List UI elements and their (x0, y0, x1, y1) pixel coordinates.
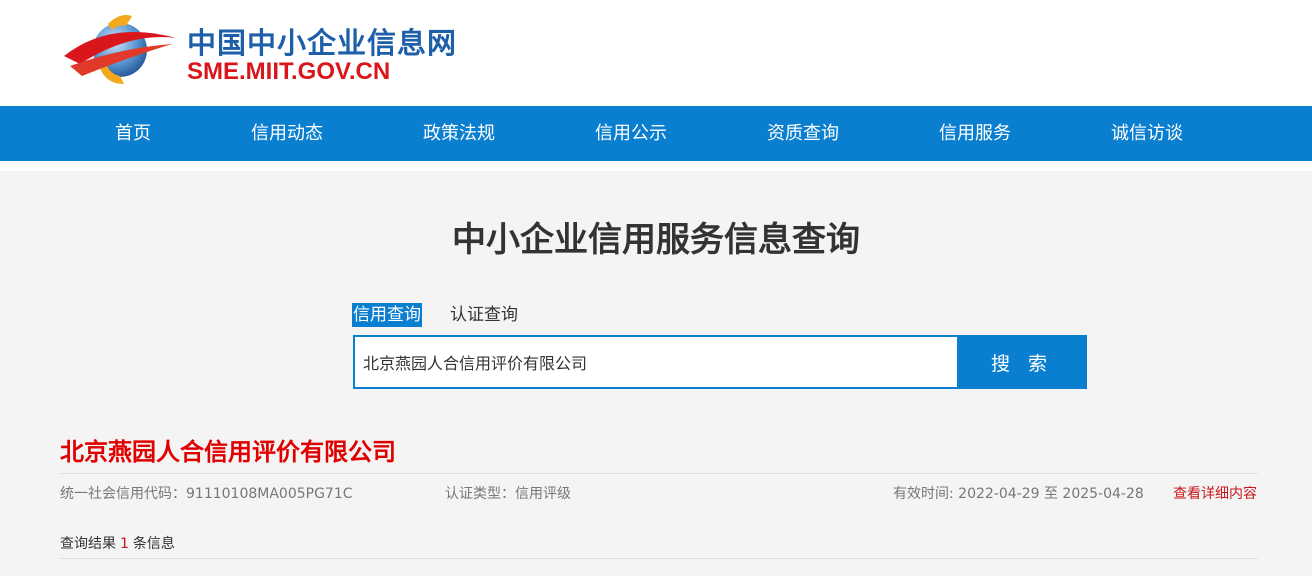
result-credit-code: 统一社会信用代码：91110108MA005PG71C (60, 486, 353, 502)
nav-item-interview[interactable]: 诚信访谈 (1111, 106, 1183, 161)
globe-arc-logo-icon[interactable] (60, 8, 180, 90)
main-nav: 首页 信用动态 政策法规 信用公示 资质查询 信用服务 诚信访谈 (0, 106, 1312, 161)
nav-item-credit-service[interactable]: 信用服务 (939, 106, 1011, 161)
result-divider (60, 473, 1258, 474)
site-title-cn: 中国中小企业信息网 (187, 26, 458, 60)
nav-item-policy[interactable]: 政策法规 (423, 106, 495, 161)
tab-credit-query[interactable]: 信用查询 (352, 303, 422, 327)
nav-item-qualification[interactable]: 资质查询 (767, 106, 839, 161)
summary-suffix: 条信息 (132, 536, 175, 552)
result-validity: 有效时间: 2022-04-29 至 2025-04-28 (893, 486, 1144, 502)
site-header: 中国中小企业信息网 SME.MIIT.GOV.CN (0, 0, 1312, 106)
header-divider (0, 161, 1312, 171)
tab-cert-query[interactable]: 认证查询 (450, 303, 518, 327)
search-button[interactable]: 搜 索 (957, 335, 1087, 389)
site-title-en: SME.MIIT.GOV.CN (187, 58, 391, 85)
nav-item-credit-publicity[interactable]: 信用公示 (595, 106, 667, 161)
nav-item-home[interactable]: 首页 (115, 106, 151, 161)
summary-divider (60, 558, 1258, 559)
view-details-link[interactable]: 查看详细内容 (1173, 483, 1257, 503)
result-summary: 查询结果 1 条信息 (60, 533, 175, 553)
search-box (353, 335, 959, 389)
result-count: 1 (120, 536, 129, 552)
result-cert-type: 认证类型：信用评级 (445, 486, 571, 502)
result-company-name[interactable]: 北京燕园人合信用评价有限公司 (60, 432, 396, 467)
nav-item-credit-news[interactable]: 信用动态 (251, 106, 323, 161)
page-title: 中小企业信用服务信息查询 (452, 220, 860, 260)
summary-prefix: 查询结果 (60, 536, 116, 552)
search-input[interactable] (355, 337, 957, 387)
